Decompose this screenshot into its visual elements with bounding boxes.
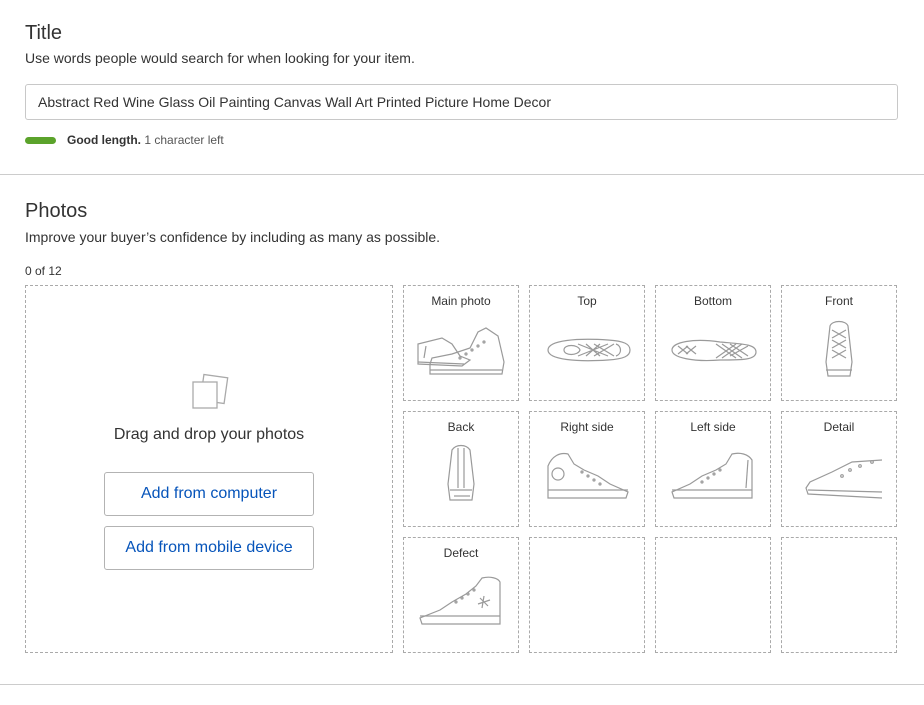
- sneaker-pair-icon: [417, 327, 505, 375]
- add-from-computer-button[interactable]: Add from computer: [104, 472, 314, 516]
- sneaker-front-icon: [825, 320, 853, 377]
- photo-stack-icon: [192, 373, 229, 409]
- slot-label: Top: [577, 294, 597, 308]
- photo-slot-empty[interactable]: [655, 537, 771, 653]
- photo-slot-top[interactable]: Top: [529, 285, 645, 401]
- photo-slot-front[interactable]: Front: [781, 285, 897, 401]
- photo-slot-defect[interactable]: Defect: [403, 537, 519, 653]
- sneaker-left-side-icon: [671, 452, 753, 499]
- photo-slot-detail[interactable]: Detail: [781, 411, 897, 527]
- add-from-mobile-button[interactable]: Add from mobile device: [104, 526, 314, 570]
- length-remaining: 1 character left: [144, 133, 224, 147]
- slot-label: Right side: [560, 420, 614, 434]
- photos-section: Photos Improve your buyer’s confidence b…: [0, 175, 924, 685]
- photo-slot-empty[interactable]: [529, 537, 645, 653]
- slot-label: Detail: [823, 420, 855, 434]
- sneaker-right-side-icon: [547, 452, 629, 499]
- photos-description: Improve your buyer’s confidence by inclu…: [25, 229, 441, 245]
- sneaker-defect-icon: [419, 576, 501, 625]
- sneaker-detail-icon: [805, 459, 883, 499]
- length-indicator-bar: [25, 137, 56, 144]
- photo-slot-right-side[interactable]: Right side: [529, 411, 645, 527]
- photo-count: 0 of 12: [25, 264, 62, 278]
- photo-slot-empty[interactable]: [781, 537, 897, 653]
- sneaker-top-icon: [547, 338, 631, 362]
- length-status-label: Good length.: [67, 133, 141, 147]
- sneaker-back-icon: [447, 444, 475, 501]
- title-section: Title Use words people would search for …: [0, 0, 924, 175]
- slot-label: Front: [824, 294, 853, 308]
- photo-dropzone[interactable]: Drag and drop your photos Add from compu…: [25, 285, 393, 653]
- slot-label: Main photo: [431, 294, 491, 308]
- photo-slot-left-side[interactable]: Left side: [655, 411, 771, 527]
- title-heading: Title: [25, 22, 63, 44]
- title-input[interactable]: [25, 84, 898, 120]
- length-status: Good length. 1 character left: [67, 133, 224, 147]
- photo-slot-back[interactable]: Back: [403, 411, 519, 527]
- photo-slot-bottom[interactable]: Bottom: [655, 285, 771, 401]
- slot-label: Back: [447, 420, 475, 434]
- dropzone-text: Drag and drop your photos: [113, 426, 305, 443]
- sneaker-sole-icon: [671, 339, 757, 362]
- title-description: Use words people would search for when l…: [25, 50, 415, 66]
- slot-label: Bottom: [693, 294, 732, 308]
- slot-label: Defect: [443, 546, 479, 560]
- photos-heading: Photos: [25, 200, 88, 222]
- photo-slot-main[interactable]: Main photo: [403, 285, 519, 401]
- slot-label: Left side: [690, 420, 736, 434]
